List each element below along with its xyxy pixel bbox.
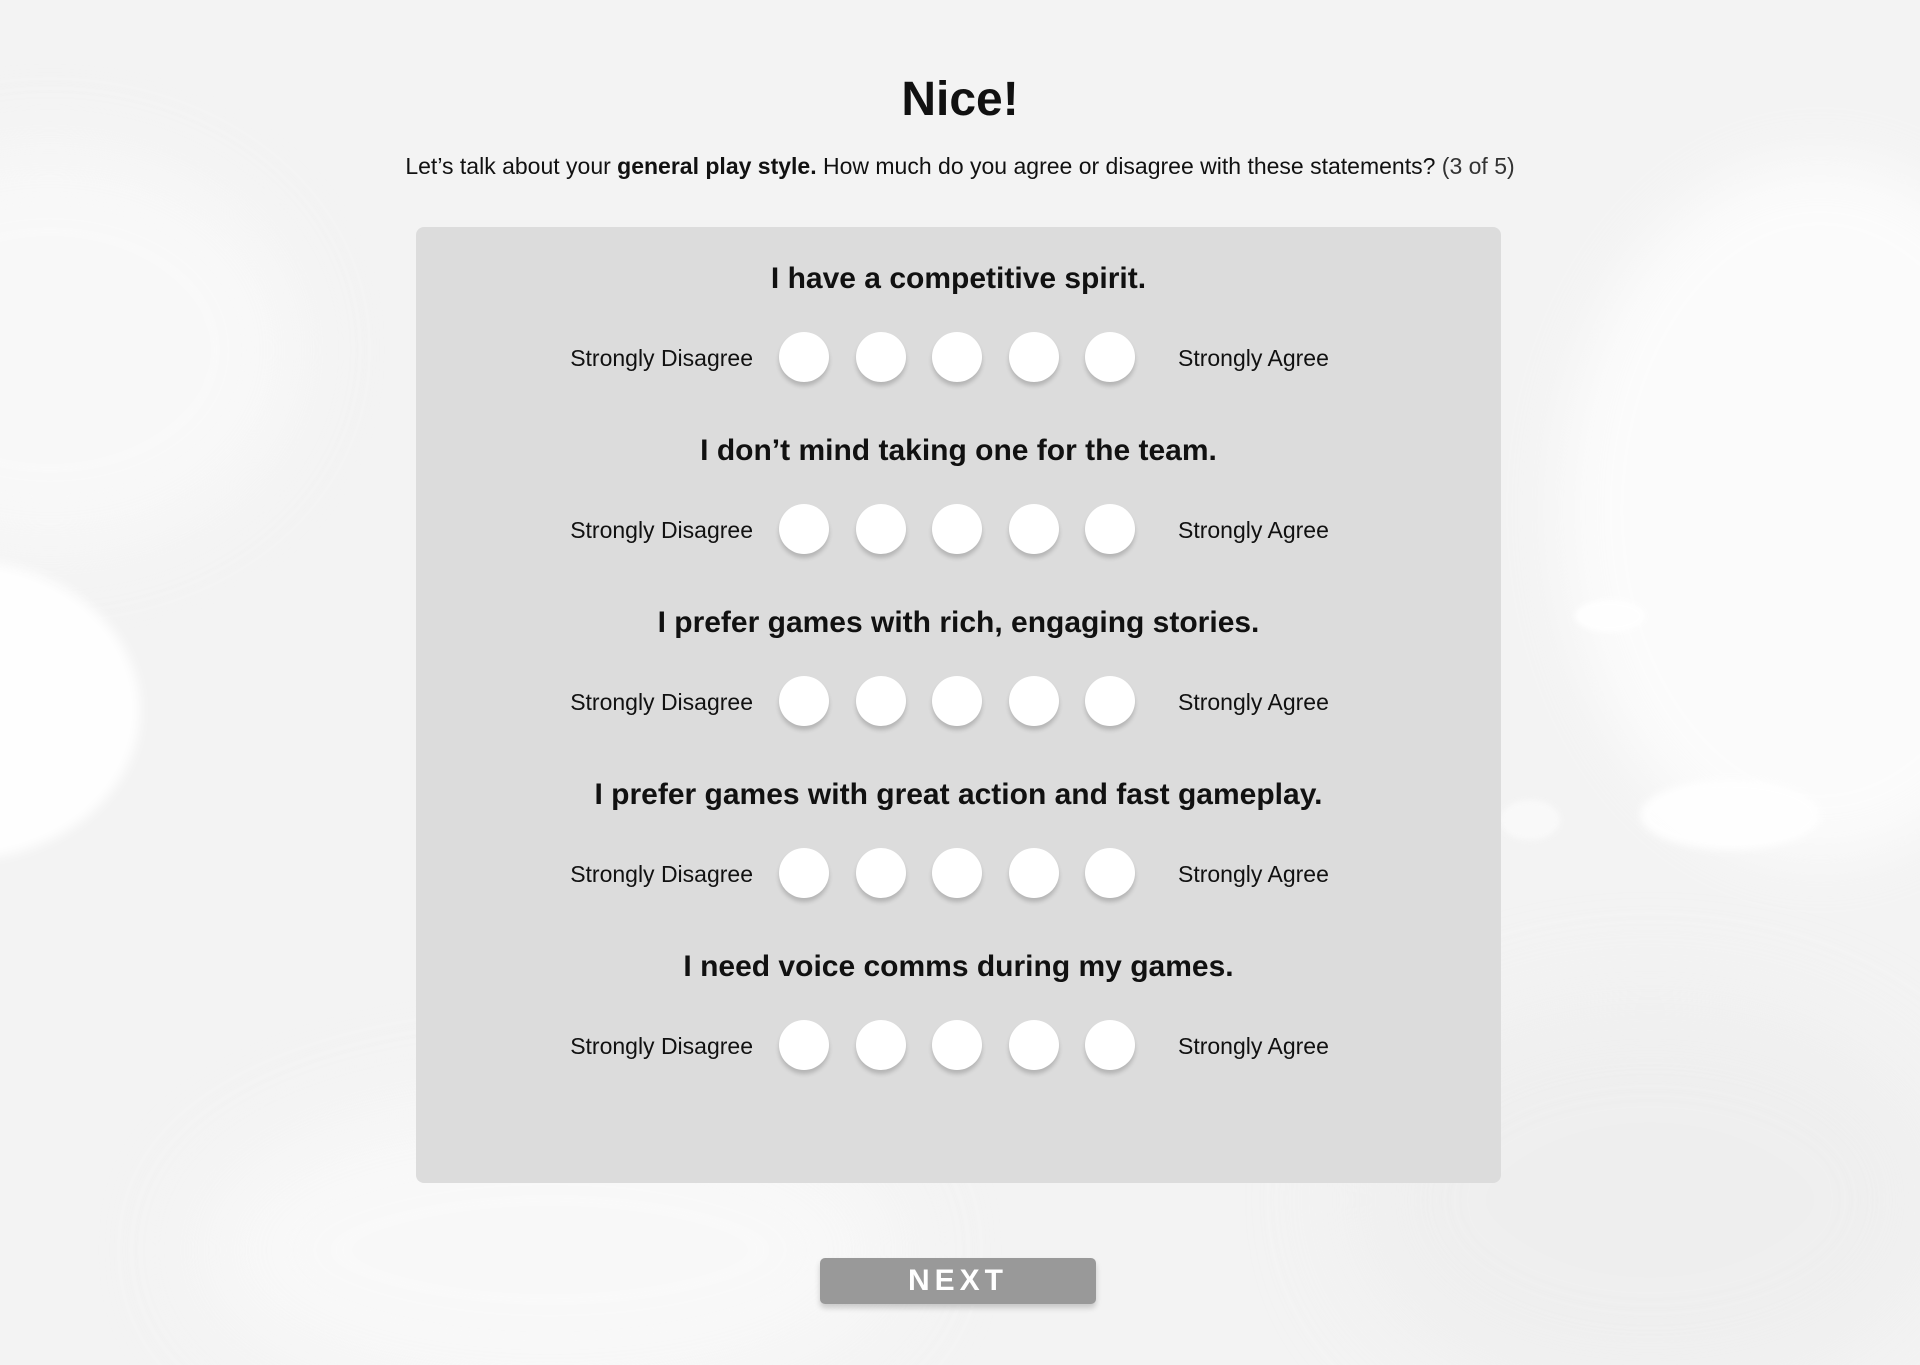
scale-right-label: Strongly Agree: [1178, 861, 1329, 887]
page-title: Nice!: [901, 73, 1019, 126]
likert-scale: Strongly Disagree Strongly Agree: [416, 848, 1501, 900]
likert-scale: Strongly Disagree Strongly Agree: [416, 1020, 1501, 1072]
radio-option-1[interactable]: [779, 676, 829, 726]
scale-left-label: Strongly Disagree: [570, 1033, 753, 1059]
scale-right-label: Strongly Agree: [1178, 517, 1329, 543]
radio-option-1[interactable]: [779, 504, 829, 554]
likert-scale: Strongly Disagree Strongly Agree: [416, 332, 1501, 384]
scale-left-label: Strongly Disagree: [570, 517, 753, 543]
question-item: I prefer games with great action and fas…: [416, 743, 1501, 915]
radio-option-2[interactable]: [856, 332, 906, 382]
likert-scale: Strongly Disagree Strongly Agree: [416, 676, 1501, 728]
page-subtitle: Let’s talk about your general play style…: [0, 150, 1920, 182]
radio-option-3[interactable]: [932, 848, 982, 898]
question-statement: I have a competitive spirit.: [770, 262, 1147, 295]
radio-option-1[interactable]: [779, 848, 829, 898]
radio-option-4[interactable]: [1009, 504, 1059, 554]
radio-option-1[interactable]: [779, 1020, 829, 1070]
subtitle-text-continued: How much do you agree or disagree with t…: [816, 153, 1442, 179]
progress-indicator: (3 of 5): [1441, 153, 1515, 179]
questions-panel: I have a competitive spirit. Strongly Di…: [416, 227, 1501, 1183]
radio-option-2[interactable]: [856, 1020, 906, 1070]
radio-option-1[interactable]: [779, 332, 829, 382]
question-statement: I need voice comms during my games.: [683, 950, 1234, 983]
scale-right-label: Strongly Agree: [1178, 689, 1329, 715]
scale-left-label: Strongly Disagree: [570, 345, 753, 371]
scale-left-label: Strongly Disagree: [570, 861, 753, 887]
question-statement: I don’t mind taking one for the team.: [700, 434, 1217, 467]
radio-option-5[interactable]: [1085, 504, 1135, 554]
radio-option-2[interactable]: [856, 676, 906, 726]
likert-scale: Strongly Disagree Strongly Agree: [416, 504, 1501, 556]
radio-option-3[interactable]: [932, 676, 982, 726]
scale-left-label: Strongly Disagree: [570, 689, 753, 715]
question-statement: I prefer games with great action and fas…: [594, 778, 1323, 811]
radio-option-3[interactable]: [932, 1020, 982, 1070]
radio-option-5[interactable]: [1085, 676, 1135, 726]
subtitle-text: Let’s talk about your: [405, 153, 618, 179]
radio-option-3[interactable]: [932, 504, 982, 554]
radio-option-5[interactable]: [1085, 848, 1135, 898]
radio-option-4[interactable]: [1009, 332, 1059, 382]
question-item: I prefer games with rich, engaging stori…: [416, 571, 1501, 743]
question-item: I need voice comms during my games. Stro…: [416, 915, 1501, 1087]
next-button[interactable]: NEXT: [820, 1258, 1096, 1304]
radio-option-3[interactable]: [932, 332, 982, 382]
subtitle-emphasis: general play style.: [617, 153, 817, 179]
scale-right-label: Strongly Agree: [1178, 1033, 1329, 1059]
radio-option-2[interactable]: [856, 848, 906, 898]
radio-option-4[interactable]: [1009, 1020, 1059, 1070]
question-item: I have a competitive spirit. Strongly Di…: [416, 227, 1501, 399]
radio-option-4[interactable]: [1009, 848, 1059, 898]
survey-page: Nice! Let’s talk about your general play…: [0, 0, 1920, 1365]
question-item: I don’t mind taking one for the team. St…: [416, 399, 1501, 571]
radio-option-2[interactable]: [856, 504, 906, 554]
question-statement: I prefer games with rich, engaging stori…: [657, 606, 1260, 639]
radio-option-5[interactable]: [1085, 332, 1135, 382]
radio-option-4[interactable]: [1009, 676, 1059, 726]
radio-option-5[interactable]: [1085, 1020, 1135, 1070]
scale-right-label: Strongly Agree: [1178, 345, 1329, 371]
